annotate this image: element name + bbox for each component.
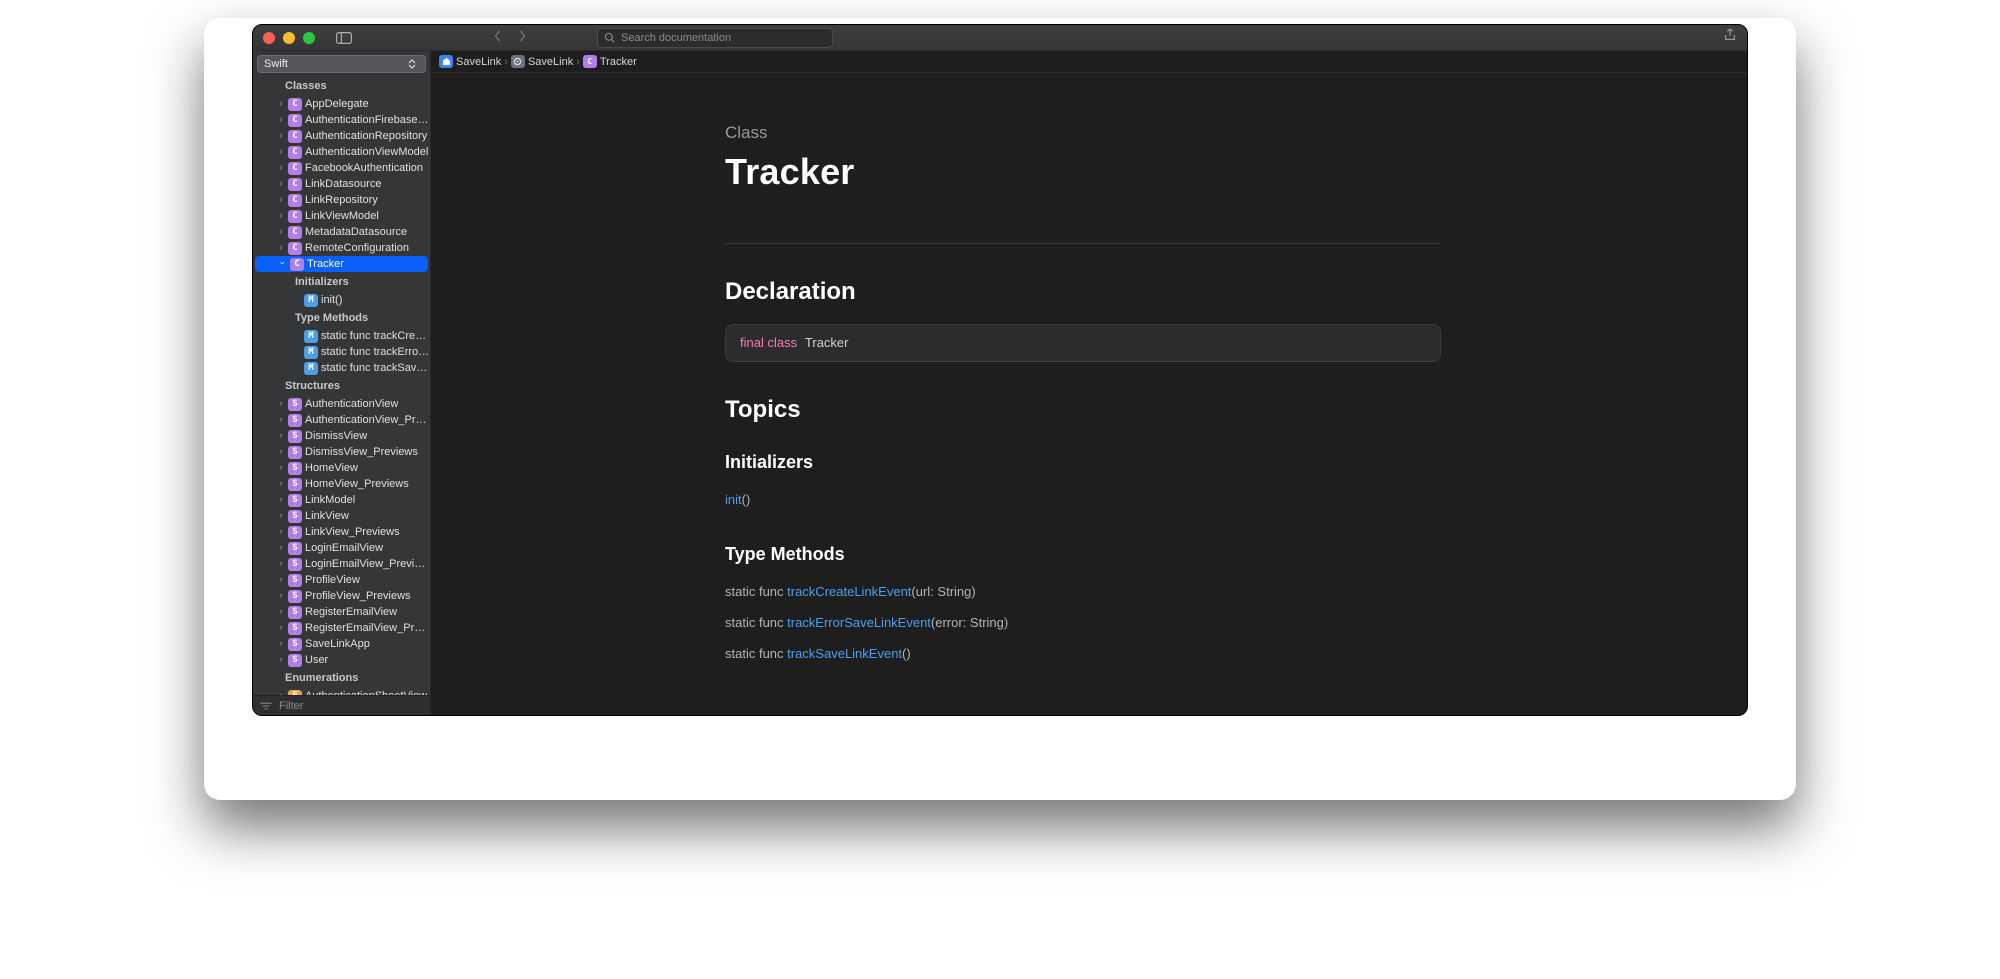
target-icon [511,55,525,68]
main-area: SaveLink › SaveLink › C Tracker Class Tr… [431,51,1747,715]
tree-item[interactable]: ›SLinkView [253,508,430,524]
zoom-window-button[interactable] [303,32,315,44]
section-structures: Structures [253,376,430,396]
breadcrumb-page[interactable]: Tracker [600,56,637,68]
initializers-heading: Initializers [725,452,1441,473]
tree-item-init[interactable]: ›Minit() [253,292,430,308]
share-button[interactable] [1723,28,1737,47]
tree-item[interactable]: ›SLoginEmailView [253,540,430,556]
close-window-button[interactable] [263,32,275,44]
filter-placeholder: Filter [279,700,303,712]
tree-item[interactable]: ›SDismissView_Previews [253,444,430,460]
tree-item[interactable]: ›CRemoteConfiguration [253,240,430,256]
tree-item[interactable]: ›CMetadataDatasource [253,224,430,240]
tree-item[interactable]: ›EAuthenticationSheetView [253,688,430,695]
declaration-code: final class Tracker [725,324,1441,362]
method-icon: M [304,294,318,307]
tree-item[interactable]: ›SAuthenticationView [253,396,430,412]
section-enumerations: Enumerations [253,668,430,688]
subsection-type-methods: Type Methods [253,308,430,328]
navigator-tree[interactable]: Classes ›CAppDelegate ›CAuthenticationFi… [253,76,430,695]
tree-item[interactable]: ›Mstatic func trackSaveL... [253,360,430,376]
back-button[interactable] [493,29,503,47]
breadcrumb: SaveLink › SaveLink › C Tracker [431,51,1747,73]
class-icon: C [583,55,597,68]
breadcrumb-target[interactable]: SaveLink [528,56,573,68]
divider [725,243,1441,244]
tree-item[interactable]: ›SDismissView [253,428,430,444]
forward-button[interactable] [517,29,527,47]
tree-item-appdelegate[interactable]: ›CAppDelegate [253,96,430,112]
chevron-down-icon: › [275,259,291,267]
tree-item[interactable]: ›SRegisterEmailView_Previ... [253,620,430,636]
filter-icon [259,701,273,711]
tree-item[interactable]: ›CLinkViewModel [253,208,430,224]
keyword: final class [740,335,797,350]
tree-item[interactable]: ›Mstatic func trackErrorS... [253,344,430,360]
declaration-heading: Declaration [725,278,1441,306]
method-signature[interactable]: static func trackCreateLinkEvent(url: St… [725,577,1441,608]
tree-item[interactable]: ›CFacebookAuthentication [253,160,430,176]
method-link[interactable]: trackSaveLinkEvent [787,646,902,661]
tree-item[interactable]: ›CAuthenticationViewModel [253,144,430,160]
chevron-right-icon: › [504,56,508,68]
traffic-lights [263,32,315,44]
app-icon [439,55,453,68]
type-name: Tracker [805,335,849,350]
tree-item[interactable]: ›CAuthenticationFirebaseD... [253,112,430,128]
breadcrumb-app[interactable]: SaveLink [456,56,501,68]
doc-content: Class Tracker Declaration final class Tr… [431,73,1747,715]
tree-item[interactable]: ›SSaveLinkApp [253,636,430,652]
tree-item[interactable]: ›CLinkDatasource [253,176,430,192]
tree-item[interactable]: ›SHomeView [253,460,430,476]
chevron-right-icon: › [576,56,580,68]
page-title: Tracker [725,151,1441,193]
tree-item-tracker[interactable]: ›CTracker [255,256,428,272]
language-label: Swift [264,58,288,70]
tree-item[interactable]: ›SRegisterEmailView [253,604,430,620]
init-signature[interactable]: init() [725,485,1441,516]
search-field[interactable]: Search documentation [597,28,833,48]
chevron-right-icon: › [277,96,285,111]
tree-item[interactable]: ›SLinkModel [253,492,430,508]
method-link[interactable]: trackErrorSaveLinkEvent [787,615,931,630]
topics-heading: Topics [725,396,1441,424]
tree-item[interactable]: ›SProfileView [253,572,430,588]
tree-item[interactable]: ›SAuthenticationView_Prev... [253,412,430,428]
titlebar: Search documentation [253,25,1747,51]
tree-item[interactable]: ›SProfileView_Previews [253,588,430,604]
filter-bar[interactable]: Filter [253,695,430,715]
subsection-initializers: Initializers [253,272,430,292]
type-methods-heading: Type Methods [725,544,1441,565]
tree-item[interactable]: ›Mstatic func trackCreat... [253,328,430,344]
method-signature[interactable]: static func trackErrorSaveLinkEvent(erro… [725,608,1441,639]
tree-item[interactable]: ›CAuthenticationRepository [253,128,430,144]
sidebar: Swift Classes ›CAppDelegate ›CAuthentica… [253,51,431,715]
tree-item[interactable]: ›CLinkRepository [253,192,430,208]
tree-item[interactable]: ›SLoginEmailView_Previews [253,556,430,572]
tree-item[interactable]: ›SHomeView_Previews [253,476,430,492]
symbol-kind: Class [725,123,1441,143]
method-signature[interactable]: static func trackSaveLinkEvent() [725,639,1441,670]
section-classes: Classes [253,76,430,96]
class-icon: C [288,98,302,111]
init-link[interactable]: init [725,492,742,507]
chevron-updown-icon [405,57,419,71]
struct-icon: S [288,398,302,411]
minimize-window-button[interactable] [283,32,295,44]
tree-item[interactable]: ›SLinkView_Previews [253,524,430,540]
search-icon [604,32,615,43]
tree-item[interactable]: ›SUser [253,652,430,668]
toggle-sidebar-icon[interactable] [333,30,355,46]
nav-buttons [493,29,527,47]
app-window: Search documentation Swift Classes ›CAp [252,24,1748,716]
method-link[interactable]: trackCreateLinkEvent [787,584,911,599]
class-icon: C [290,258,304,271]
search-placeholder: Search documentation [621,32,731,44]
language-selector[interactable]: Swift [257,55,426,73]
